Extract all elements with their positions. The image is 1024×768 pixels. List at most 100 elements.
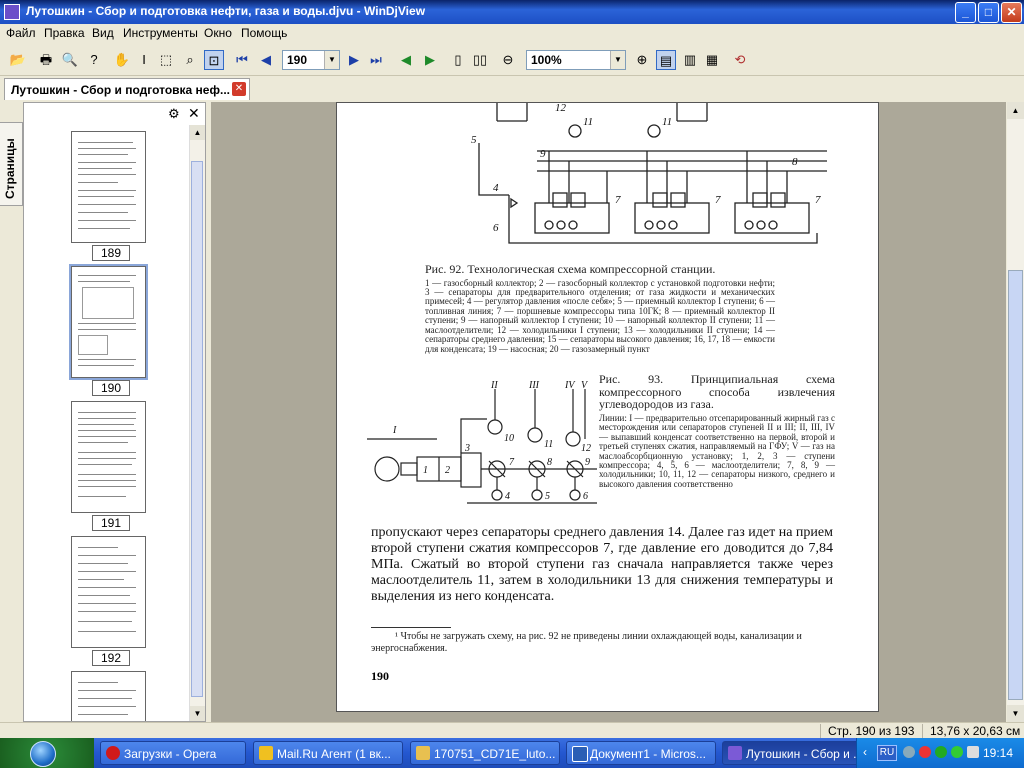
diagram-label: 12 (555, 103, 567, 114)
tab-close-icon[interactable]: ✕ (232, 82, 246, 96)
app-icon (4, 4, 20, 20)
tab-label: Лутошкин - Сбор и подготовка неф... (11, 83, 230, 97)
rect-select-icon[interactable]: ⬚ (156, 50, 176, 70)
two-pages-icon[interactable]: ▯▯ (470, 50, 490, 70)
text-select-icon[interactable]: I (134, 50, 154, 70)
next-page-icon[interactable]: ▶ (344, 50, 364, 70)
scroll-down-icon[interactable]: ▼ (190, 706, 205, 721)
diagram-label: 8 (547, 457, 552, 468)
sidebar-tab-label: Страницы (3, 138, 17, 199)
diagram-label: 12 (581, 443, 591, 454)
menu-window[interactable]: Окно (204, 26, 232, 40)
menu-file[interactable]: Файл (6, 26, 36, 40)
close-icon[interactable]: ✕ (188, 105, 200, 122)
diagram-label: 4 (505, 491, 510, 502)
page-number-combo[interactable]: 190 ▼ (282, 50, 340, 70)
scroll-thumb[interactable] (191, 161, 203, 697)
rotate-icon[interactable]: ⟲ (730, 50, 750, 70)
diagram-label: I (392, 425, 397, 436)
start-button[interactable] (0, 738, 94, 768)
maximize-button[interactable]: □ (978, 2, 999, 23)
diagram-label: IV (564, 380, 576, 391)
footnote: ¹ Чтобы не загружать схему, на рис. 92 н… (371, 631, 802, 654)
diagram-label: 4 (493, 182, 499, 194)
folder-icon (416, 746, 430, 760)
thumbnail-label: 191 (92, 515, 130, 531)
find-icon[interactable]: 🔍 (60, 50, 80, 70)
first-page-icon[interactable]: ⏮ (232, 50, 252, 70)
hand-icon[interactable]: ✋ (112, 50, 132, 70)
print-icon[interactable]: 🖶 (36, 50, 56, 70)
fit-icon[interactable]: ▦ (702, 50, 722, 70)
scroll-up-icon[interactable]: ▲ (1007, 102, 1024, 119)
document-viewer[interactable]: 5 4 6 9 8 7 7 7 12 11 11 Рис. 92. Технол… (211, 102, 1006, 722)
taskbar-item-folder[interactable]: 170751_CD71E_luto... (410, 741, 560, 765)
prev-page-icon[interactable]: ◀ (256, 50, 276, 70)
thumbnail-page-193[interactable] (71, 671, 146, 721)
chevron-down-icon[interactable]: ▼ (610, 51, 625, 69)
help-icon[interactable]: ? (84, 50, 104, 70)
scroll-down-icon[interactable]: ▼ (1007, 705, 1024, 722)
clock[interactable]: 19:14 (983, 746, 1013, 760)
diagram-label: 8 (792, 156, 798, 168)
zoom-rect-icon[interactable]: ⊡ (204, 50, 224, 70)
scroll-thumb[interactable] (1008, 270, 1023, 700)
taskbar-item-word[interactable]: Документ1 - Micros... (566, 741, 716, 765)
zoom-out-icon[interactable]: ⊖ (498, 50, 518, 70)
open-icon[interactable]: 📂 (8, 50, 28, 70)
volume-icon[interactable] (967, 746, 979, 758)
scroll-up-icon[interactable]: ▲ (190, 125, 205, 140)
gear-icon[interactable]: ⚙ (168, 106, 180, 122)
menu-view[interactable]: Вид (92, 26, 114, 40)
diagram-label: 9 (585, 457, 590, 468)
taskbar-item-mailru[interactable]: Mail.Ru Агент (1 вк... (253, 741, 403, 765)
tray-red-icon[interactable] (919, 746, 931, 758)
zoom-combo[interactable]: 100% ▼ (526, 50, 626, 70)
word-icon (572, 746, 588, 762)
minimize-button[interactable]: _ (955, 2, 976, 23)
title-bar: Лутошкин - Сбор и подготовка нефти, газа… (0, 0, 1024, 24)
windows-icon (30, 741, 56, 767)
diagram-label: 6 (493, 222, 499, 234)
figure-93-caption: Рис. 93. Принципиальная схема компрессор… (599, 373, 835, 489)
windjview-icon (728, 746, 742, 760)
single-page-icon[interactable]: ▯ (448, 50, 468, 70)
sidebar-tab-pages[interactable]: Страницы (0, 122, 23, 206)
page-number-value: 190 (287, 53, 308, 67)
diagram-label: 5 (545, 491, 550, 502)
document-scrollbar[interactable]: ▲ ▼ (1007, 102, 1024, 722)
diagram-label: II (490, 380, 498, 391)
tray-green-icon-2[interactable] (951, 746, 963, 758)
figure-92-caption: Рис. 92. Технологическая схема компрессо… (425, 263, 775, 354)
language-indicator[interactable]: RU (877, 745, 897, 761)
thumbnail-page-189[interactable] (71, 131, 146, 243)
network-icon[interactable] (903, 746, 915, 758)
tray-expand-icon[interactable]: ‹ (863, 745, 867, 759)
thumbnail-label: 190 (92, 380, 130, 396)
page-number: 190 (371, 669, 389, 683)
zoom-in-icon[interactable]: ⊕ (632, 50, 652, 70)
facing-icon[interactable]: ▥ (680, 50, 700, 70)
menu-tools[interactable]: Инструменты (123, 26, 198, 40)
back-icon[interactable]: ◀ (396, 50, 416, 70)
thumbnail-panel: ⚙ ✕ 189 190 191 192 ▲ ▼ (23, 102, 206, 722)
diagram-label: 5 (471, 134, 477, 146)
close-button[interactable]: ✕ (1001, 2, 1022, 23)
thumbnail-scrollbar[interactable]: ▲ ▼ (189, 125, 205, 721)
panel-header: ⚙ ✕ (24, 103, 205, 125)
forward-icon[interactable]: ▶ (420, 50, 440, 70)
chevron-down-icon[interactable]: ▼ (324, 51, 339, 69)
thumbnail-page-191[interactable] (71, 401, 146, 513)
tray-green-icon[interactable] (935, 746, 947, 758)
thumbnail-page-192[interactable] (71, 536, 146, 648)
zoom-icon[interactable]: ⌕ (180, 50, 200, 70)
tab-document[interactable]: Лутошкин - Сбор и подготовка неф... ✕ (4, 78, 250, 100)
taskbar-item-windjview[interactable]: Лутошкин - Сбор и ... (722, 741, 870, 765)
last-page-icon[interactable]: ⏭ (366, 50, 386, 70)
taskbar-item-opera[interactable]: Загрузки - Opera (100, 741, 246, 765)
continuous-icon[interactable]: ▤ (656, 50, 676, 70)
menu-help[interactable]: Помощь (241, 26, 287, 40)
menu-edit[interactable]: Правка (44, 26, 85, 40)
thumbnail-page-190[interactable] (69, 264, 148, 380)
window-title: Лутошкин - Сбор и подготовка нефти, газа… (26, 4, 426, 18)
